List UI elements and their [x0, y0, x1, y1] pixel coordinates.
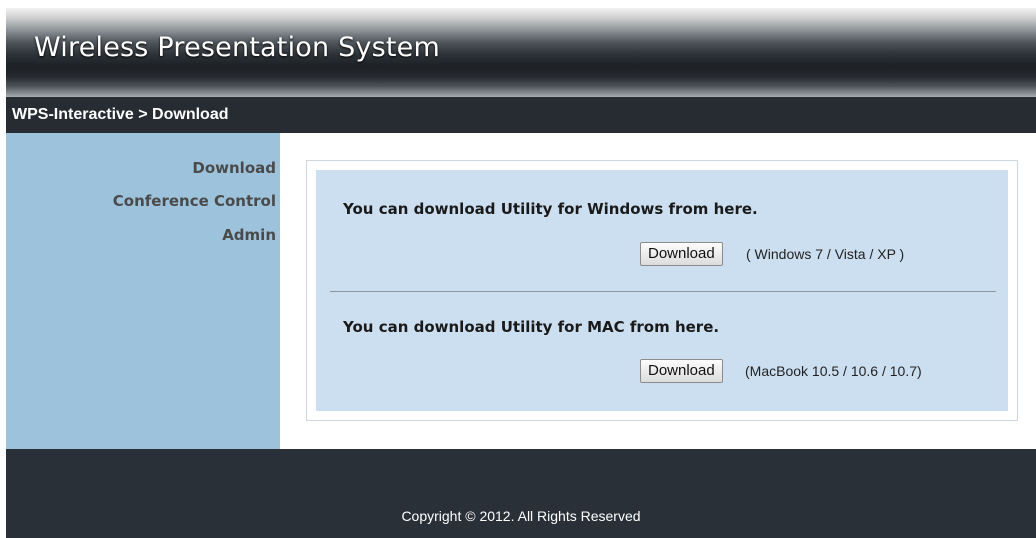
- sidebar: Download Conference Control Admin: [6, 133, 280, 449]
- copyright-text: Copyright © 2012. All Rights Reserved: [401, 508, 641, 524]
- download-panel: You can download Utility for Windows fro…: [306, 160, 1018, 421]
- breadcrumb-bar: WPS-Interactive > Download: [6, 97, 1036, 133]
- windows-os-note: ( Windows 7 / Vista / XP ): [746, 246, 905, 262]
- windows-download-text: You can download Utility for Windows fro…: [343, 200, 758, 218]
- breadcrumb: WPS-Interactive > Download: [12, 106, 229, 123]
- download-panel-inner: You can download Utility for Windows fro…: [316, 170, 1008, 411]
- footer: Copyright © 2012. All Rights Reserved: [6, 449, 1036, 538]
- page: Wireless Presentation System WPS-Interac…: [0, 0, 1036, 538]
- section-divider: [330, 291, 996, 292]
- header-banner: Wireless Presentation System: [6, 8, 1036, 97]
- windows-download-button[interactable]: Download: [640, 242, 723, 266]
- sidebar-item-admin[interactable]: Admin: [222, 226, 276, 244]
- mac-os-note: (MacBook 10.5 / 10.6 / 10.7): [745, 363, 922, 379]
- sidebar-item-download[interactable]: Download: [192, 159, 276, 177]
- mac-download-button[interactable]: Download: [640, 359, 723, 383]
- sidebar-item-conference-control[interactable]: Conference Control: [113, 192, 276, 210]
- mac-download-text: You can download Utility for MAC from he…: [343, 318, 720, 336]
- app-title: Wireless Presentation System: [34, 32, 440, 63]
